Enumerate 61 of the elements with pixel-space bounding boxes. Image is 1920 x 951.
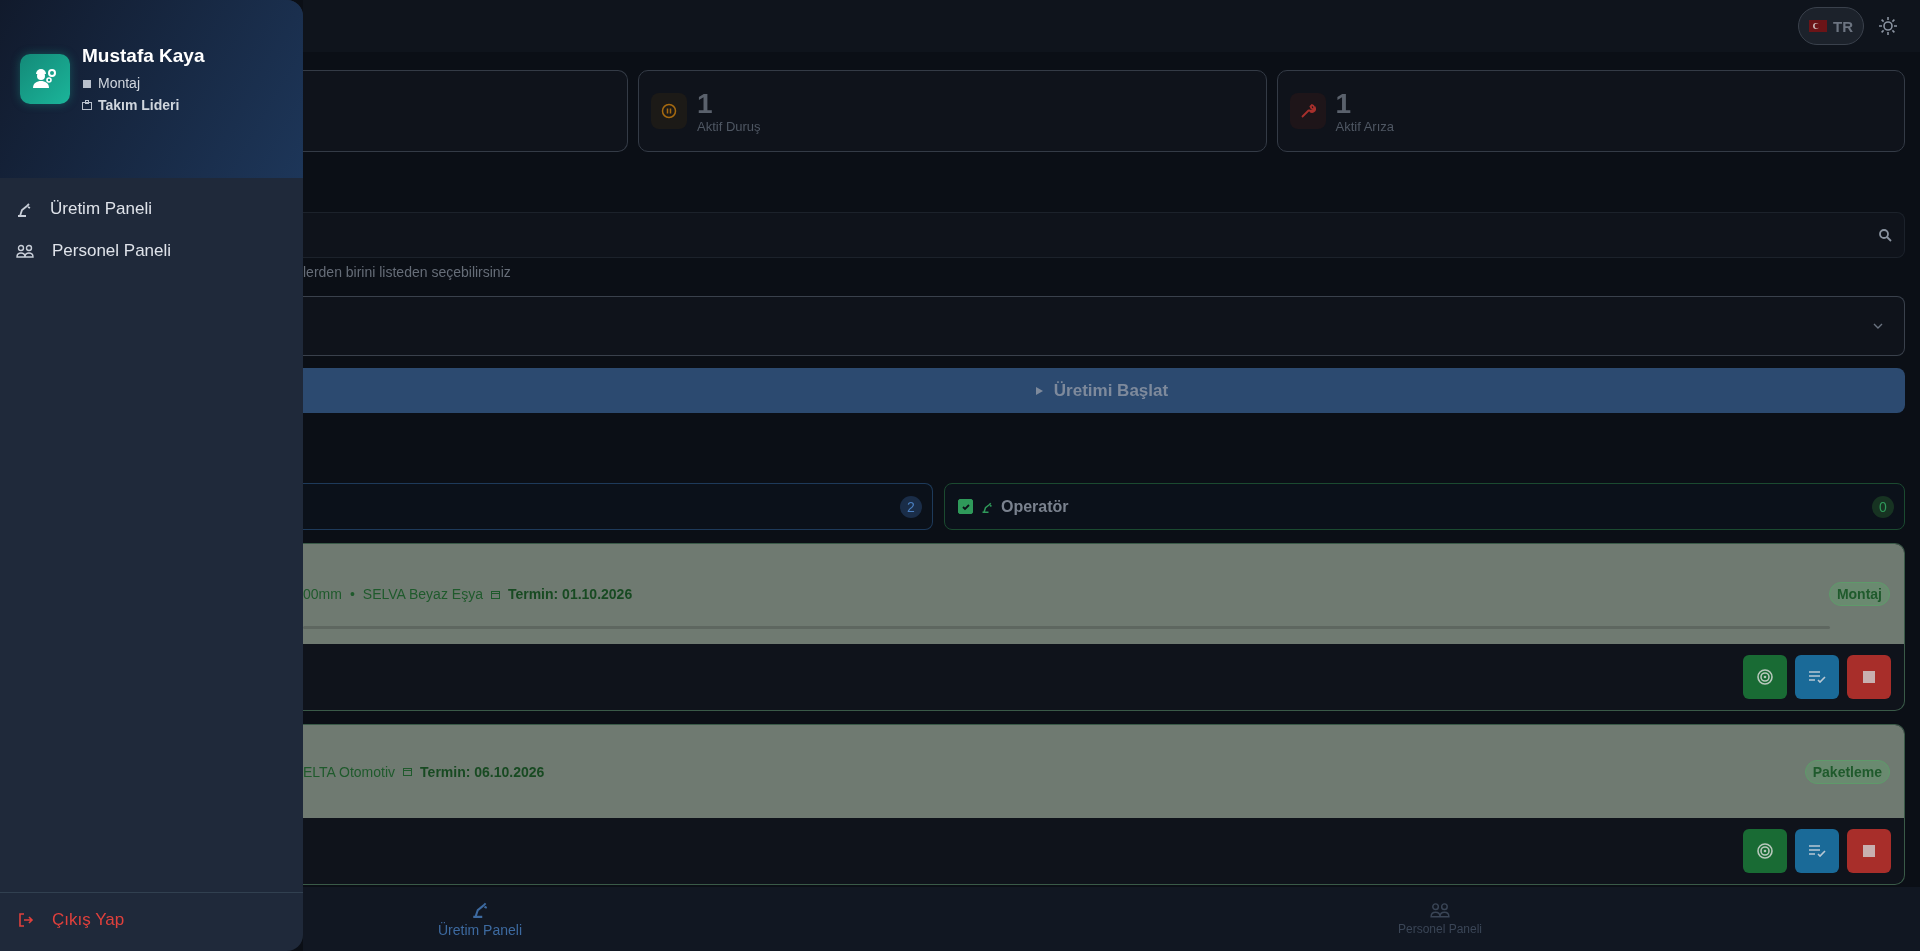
drawer-menu-item[interactable]: Personel Paneli <box>0 230 303 272</box>
stat-value: 1 <box>1335 88 1353 119</box>
check-icon <box>960 501 971 512</box>
operator-filter-chip[interactable]: Operatör 0 <box>944 483 1905 530</box>
radar-icon <box>1756 842 1774 860</box>
robot-arm-icon <box>981 500 993 513</box>
stop-button[interactable] <box>1847 829 1891 873</box>
department-label: Montaj <box>98 75 141 91</box>
count-badge: 0 <box>1872 495 1894 518</box>
building-icon <box>82 78 92 88</box>
order-detail: • <box>349 586 355 602</box>
stop-button[interactable] <box>1847 655 1891 699</box>
theme-toggle-icon[interactable] <box>1878 16 1898 36</box>
station-tag: Paketleme <box>1804 759 1890 784</box>
chip-label: Operatör <box>1001 497 1070 516</box>
calendar-icon <box>403 767 413 776</box>
search-field[interactable] <box>303 212 1905 258</box>
stat-label: Aktif Duruş <box>697 118 761 134</box>
badge-icon <box>82 100 92 110</box>
checklist-button[interactable] <box>1795 655 1839 699</box>
stat-value: 1 <box>697 88 714 119</box>
station-tag: Montaj <box>1828 582 1890 606</box>
people-icon <box>16 244 34 258</box>
stop-icon <box>1863 845 1875 857</box>
logout-icon <box>18 912 34 928</box>
radar-icon <box>1756 668 1774 686</box>
bottom-nav-item[interactable]: Üretim Paneli <box>303 887 657 951</box>
checklist-icon <box>1808 670 1826 684</box>
count-badge: 2 <box>900 495 922 518</box>
user-name: Mustafa Kaya <box>82 45 205 67</box>
due-date: Termin: 01.10.2026 <box>507 586 633 602</box>
stop-icon <box>1863 671 1875 683</box>
chevron-down-icon <box>1872 322 1884 330</box>
worker-avatar-icon <box>20 54 70 104</box>
filter-chip[interactable]: 2 <box>303 483 933 530</box>
drawer-menu-item[interactable]: Üretim Paneli <box>0 188 303 230</box>
people-icon <box>1430 902 1450 918</box>
calendar-icon <box>490 589 500 599</box>
radar-button[interactable] <box>1743 655 1787 699</box>
checkbox[interactable] <box>958 499 973 514</box>
robot-arm-icon <box>16 201 32 217</box>
wrench-icon <box>1289 93 1326 129</box>
robot-arm-icon <box>471 900 489 918</box>
order-detail: SELVA Beyaz Eşya <box>362 586 483 602</box>
select-field[interactable] <box>303 296 1905 356</box>
logout-item[interactable]: Çıkış Yap <box>0 893 303 947</box>
checklist-icon <box>1808 844 1826 858</box>
pause-icon <box>651 93 687 129</box>
language-button[interactable]: TR <box>1798 7 1864 45</box>
flag-icon <box>1809 20 1827 32</box>
hint-text: lerden birini listeden seçebilirsiniz <box>303 264 512 282</box>
order-detail: 00mm <box>303 586 342 602</box>
due-date: Termin: 06.10.2026 <box>420 763 545 780</box>
play-icon <box>1033 385 1044 396</box>
role-label: Takım Lideri <box>98 97 180 113</box>
stat-label: Aktif Arıza <box>1335 118 1395 134</box>
start-production-button[interactable]: Üretimi Başlat <box>303 368 1905 413</box>
checklist-button[interactable] <box>1795 829 1839 873</box>
search-icon <box>1878 228 1892 242</box>
order-detail: ELTA Otomotiv <box>303 763 396 780</box>
radar-button[interactable] <box>1743 829 1787 873</box>
